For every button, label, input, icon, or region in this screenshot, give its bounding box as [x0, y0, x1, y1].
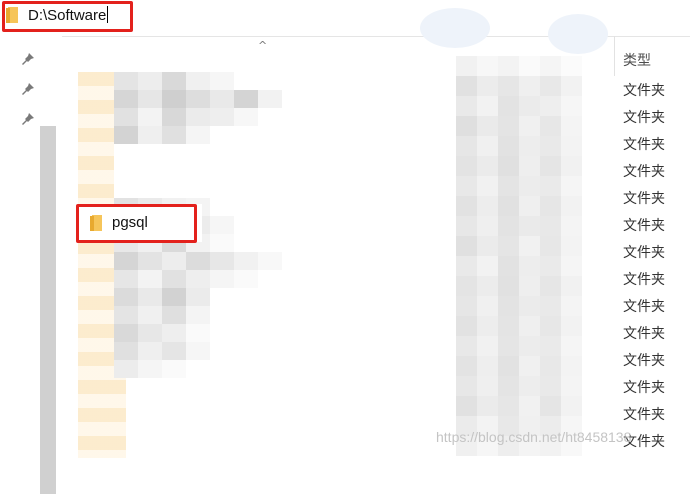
type-cell: 文件夹	[623, 407, 665, 423]
pin-icon[interactable]	[21, 52, 35, 66]
type-cell: 文件夹	[623, 245, 665, 261]
address-path-text: D:\Software	[28, 7, 107, 24]
column-header-type[interactable]: 类型	[623, 50, 651, 70]
column-divider[interactable]	[614, 36, 615, 76]
text-caret	[107, 6, 109, 23]
type-cell: 文件夹	[623, 164, 665, 180]
nav-scrollbar[interactable]	[40, 126, 56, 494]
pin-icon[interactable]	[21, 82, 35, 96]
type-cell: 文件夹	[623, 218, 665, 234]
blurred-dates	[456, 56, 582, 456]
address-bar[interactable]: D:\Software	[0, 0, 690, 54]
type-cell: 文件夹	[623, 83, 665, 99]
watermark: https://blog.csdn.net/ht8458138	[436, 429, 632, 445]
navigation-pane	[0, 36, 62, 494]
folder-icon	[6, 7, 18, 23]
type-cell: 文件夹	[623, 299, 665, 315]
type-cell: 文件夹	[623, 137, 665, 153]
sort-indicator-icon[interactable]: ^	[258, 39, 267, 52]
pin-icon[interactable]	[21, 112, 35, 126]
pgsql-highlight-box	[76, 204, 197, 243]
type-cell: 文件夹	[623, 380, 665, 396]
type-cell: 文件夹	[623, 110, 665, 126]
type-cell: 文件夹	[623, 326, 665, 342]
type-cell: 文件夹	[623, 272, 665, 288]
address-path[interactable]: D:\Software	[28, 6, 109, 24]
file-list: ^ 类型 pgsql 文件夹 文件夹 文件夹 文件夹 文件夹 文件夹 文件夹 文…	[62, 36, 690, 458]
type-cell: 文件夹	[623, 353, 665, 369]
type-cell: 文件夹	[623, 191, 665, 207]
